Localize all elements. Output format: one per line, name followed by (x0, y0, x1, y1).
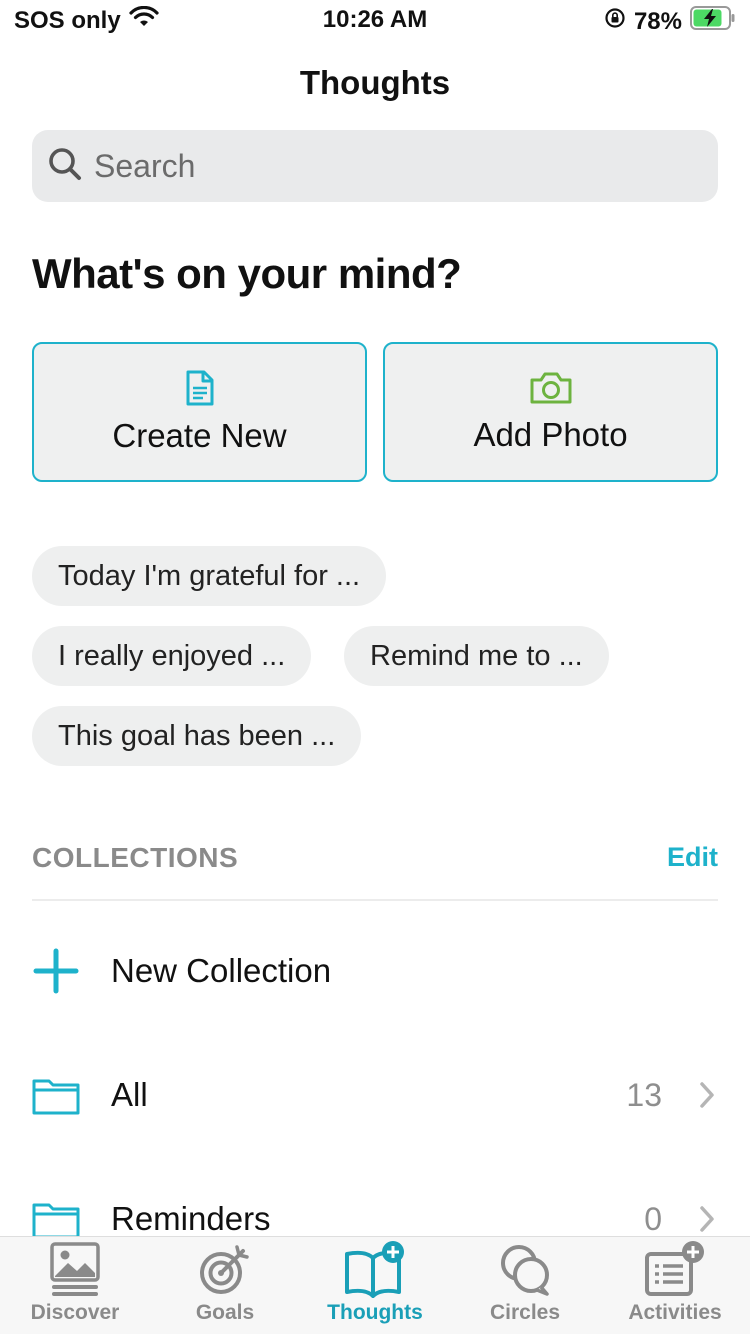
battery-percent: 78% (633, 7, 682, 35)
chat-bubbles-icon (493, 1239, 557, 1299)
battery-status: 78% (604, 6, 736, 37)
list-add-icon (643, 1239, 707, 1299)
tab-activities[interactable]: Activities (600, 1237, 750, 1334)
tab-goals[interactable]: Goals (150, 1237, 300, 1334)
create-new-label: Create New (112, 416, 287, 454)
target-icon (193, 1239, 257, 1299)
plus-icon (32, 947, 80, 995)
new-collection-button[interactable]: New Collection (32, 936, 718, 1006)
tab-thoughts[interactable]: Thoughts (300, 1237, 450, 1334)
battery-icon (690, 6, 736, 37)
tab-bar: Discover Goals Thoughts Circles Activiti… (0, 1236, 750, 1334)
chevron-right-icon (698, 1080, 718, 1110)
collection-count: 0 (644, 1200, 662, 1237)
tab-label: Goals (195, 1301, 255, 1324)
search-bar[interactable] (32, 130, 718, 202)
add-photo-label: Add Photo (473, 415, 628, 453)
discover-icon (43, 1239, 107, 1299)
suggestion-chip[interactable]: This goal has been ... (32, 706, 362, 766)
suggestion-chip[interactable]: I really enjoyed ... (32, 626, 312, 686)
collections-title: COLLECTIONS (32, 842, 239, 873)
document-icon (184, 370, 216, 411)
edit-button[interactable]: Edit (667, 842, 718, 873)
collection-count: 13 (626, 1076, 662, 1113)
add-photo-button[interactable]: Add Photo (383, 342, 718, 482)
suggestion-chip[interactable]: Remind me to ... (344, 626, 609, 686)
tab-label: Discover (30, 1301, 120, 1324)
tab-label: Thoughts (327, 1301, 423, 1324)
suggestion-chip[interactable]: Today I'm grateful for ... (32, 546, 387, 606)
collection-label: All (111, 1076, 148, 1113)
create-new-button[interactable]: Create New (32, 342, 367, 482)
prompt-heading: What's on your mind? (32, 250, 462, 297)
status-bar: SOS only 10:26 AM 78% (0, 0, 750, 44)
tab-label: Circles (489, 1301, 561, 1324)
page-title: Thoughts (299, 64, 451, 101)
book-add-icon (343, 1239, 407, 1299)
tab-circles[interactable]: Circles (450, 1237, 600, 1334)
search-icon (48, 147, 82, 186)
chevron-right-icon (698, 1204, 718, 1234)
tab-label: Activities (628, 1301, 722, 1324)
divider (32, 899, 718, 901)
camera-icon (529, 371, 573, 410)
new-collection-label: New Collection (111, 952, 332, 989)
collection-item-all[interactable]: All 13 (32, 1060, 718, 1130)
folder-icon (32, 1071, 80, 1119)
tab-discover[interactable]: Discover (0, 1237, 150, 1334)
search-input[interactable] (94, 147, 674, 185)
orientation-lock-icon (604, 7, 626, 36)
collection-label: Reminders (111, 1200, 271, 1237)
